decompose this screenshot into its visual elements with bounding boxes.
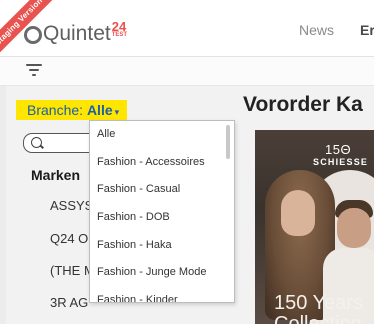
toolbar bbox=[0, 57, 374, 86]
logo[interactable]: Quintet 24 TEST bbox=[24, 20, 127, 46]
brand-item[interactable]: Q24 OI bbox=[50, 231, 92, 246]
logo-env: TEST bbox=[111, 32, 128, 38]
dropdown-option[interactable]: Fashion - Accessoires bbox=[97, 156, 205, 168]
brand-item[interactable]: ASSYS bbox=[50, 198, 93, 213]
dropdown-option[interactable]: Fashion - Kinder bbox=[97, 294, 178, 302]
dropdown-option[interactable]: Fashion - Junge Mode bbox=[97, 266, 206, 278]
marken-heading: Marken bbox=[31, 167, 81, 183]
chevron-down-icon: ▾ bbox=[114, 107, 120, 117]
nav-link[interactable]: Er bbox=[360, 22, 374, 38]
dropdown-option[interactable]: Alle bbox=[97, 128, 115, 140]
logo-superscript: 24 TEST bbox=[112, 20, 127, 38]
dropdown-option[interactable]: Fashion - Haka bbox=[97, 239, 172, 251]
banner-logo: 15Θ bbox=[325, 142, 352, 157]
dropdown-scrollbar[interactable] bbox=[226, 125, 230, 159]
dropdown-option[interactable]: Fashion - Casual bbox=[97, 183, 180, 195]
banner-line2: Collection bbox=[274, 313, 362, 324]
nav-news-link[interactable]: News bbox=[299, 22, 334, 38]
search-icon bbox=[31, 137, 42, 148]
branche-dropdown[interactable]: Branche: Alle ▾ bbox=[16, 100, 128, 120]
filter-icon[interactable] bbox=[26, 63, 44, 77]
header: Quintet 24 TEST Staging Version News Er bbox=[0, 0, 374, 57]
page-title: Vororder Ka bbox=[243, 93, 363, 116]
dropdown-option[interactable]: Fashion - DOB bbox=[97, 211, 170, 223]
branche-label: Branche: bbox=[27, 102, 84, 118]
brand-item[interactable]: 3R AG bbox=[50, 295, 88, 310]
branche-value: Alle bbox=[86, 102, 113, 118]
logo-text: Quintet bbox=[43, 22, 111, 45]
banner-line1: 150 Years bbox=[274, 292, 363, 314]
branche-dropdown-menu: Alle Fashion - Accessoires Fashion - Cas… bbox=[89, 120, 235, 303]
collection-banner[interactable]: 15Θ SCHIESSE 150 Years Collection bbox=[255, 130, 374, 324]
banner-woman-face bbox=[281, 190, 315, 236]
logo-q-ring bbox=[24, 26, 42, 44]
banner-man-face bbox=[337, 208, 371, 248]
banner-brand: SCHIESSE bbox=[313, 157, 369, 167]
